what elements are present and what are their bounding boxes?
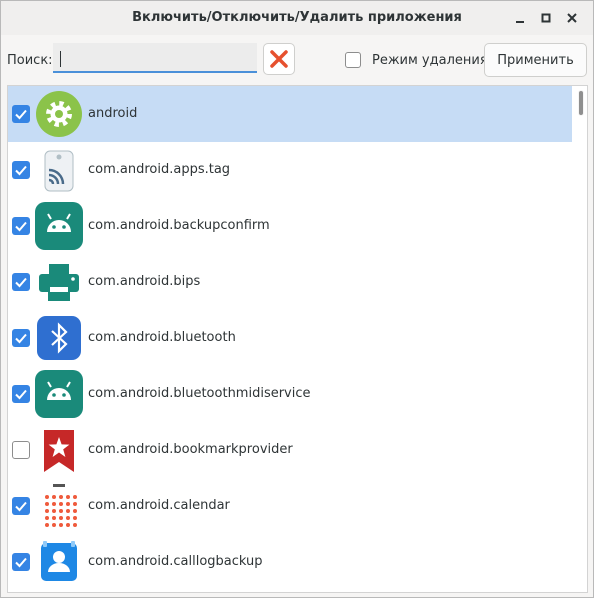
app-checkbox[interactable]: [12, 497, 30, 515]
list-item[interactable]: com.android.bluetooth: [8, 310, 572, 366]
bookmark-icon: [44, 430, 74, 472]
list-item[interactable]: com.android.bluetoothmidiservice: [8, 366, 572, 422]
list-item[interactable]: com.android.backupconfirm: [8, 198, 572, 254]
app-checkbox[interactable]: [12, 329, 30, 347]
package-name: com.android.calllogbackup: [88, 554, 263, 569]
app-checkbox[interactable]: [12, 553, 30, 571]
delete-mode-checkbox[interactable]: [345, 52, 361, 68]
settings-gear-icon: [36, 91, 82, 137]
package-name: com.android.apps.tag: [88, 162, 231, 177]
package-name: com.android.bluetoothmidiservice: [88, 386, 311, 401]
toolbar: Поиск: Режим удаления Применить: [1, 35, 593, 85]
list-item[interactable]: com.android.bips: [8, 254, 572, 310]
package-name: com.android.backupconfirm: [88, 218, 270, 233]
bluetooth-icon: [37, 316, 81, 360]
clear-search-button[interactable]: [263, 43, 295, 75]
search-label: Поиск:: [7, 53, 53, 68]
maximize-icon[interactable]: [537, 9, 555, 27]
list-item[interactable]: com.android.apps.tag: [8, 142, 572, 198]
package-name: com.android.calendar: [88, 498, 230, 513]
app-list[interactable]: android com.android.apps.tag com.android…: [7, 85, 588, 593]
app-checkbox[interactable]: [12, 385, 30, 403]
window-title: Включить/Отключить/Удалить приложения: [132, 10, 462, 25]
app-checkbox[interactable]: [12, 217, 30, 235]
package-name: android: [88, 106, 138, 121]
app-checkbox[interactable]: [12, 441, 30, 459]
minimize-icon[interactable]: [511, 9, 529, 27]
list-item[interactable]: com.android.calllogbackup: [8, 534, 572, 590]
android-robot-icon: [35, 202, 83, 250]
list-item[interactable]: com.android.bookmarkprovider: [8, 422, 572, 478]
scrollbar[interactable]: [575, 86, 587, 592]
text-cursor: [60, 51, 61, 67]
list-item[interactable]: com.android.calendar: [8, 478, 572, 534]
search-input[interactable]: [53, 43, 257, 73]
package-name: com.android.bips: [88, 274, 201, 289]
delete-mode-label[interactable]: Режим удаления: [372, 53, 488, 68]
nfc-tag-icon: [44, 150, 74, 192]
title-bar[interactable]: Включить/Отключить/Удалить приложения: [1, 1, 593, 35]
calendar-icon: [45, 484, 77, 527]
apply-button[interactable]: Применить: [484, 43, 587, 77]
contacts-icon: [41, 541, 77, 581]
printer-icon: [39, 264, 79, 301]
app-checkbox[interactable]: [12, 161, 30, 179]
app-checkbox[interactable]: [12, 273, 30, 291]
android-robot-icon: [35, 370, 83, 418]
scrollbar-thumb[interactable]: [578, 90, 584, 116]
package-name: com.android.bluetooth: [88, 330, 236, 345]
package-name: com.android.bookmarkprovider: [88, 442, 293, 457]
app-manager-window: Включить/Отключить/Удалить приложения По…: [0, 0, 594, 598]
close-x-icon: [270, 50, 288, 68]
list-item[interactable]: android: [8, 86, 572, 142]
app-checkbox[interactable]: [12, 105, 30, 123]
close-icon[interactable]: [563, 9, 581, 27]
